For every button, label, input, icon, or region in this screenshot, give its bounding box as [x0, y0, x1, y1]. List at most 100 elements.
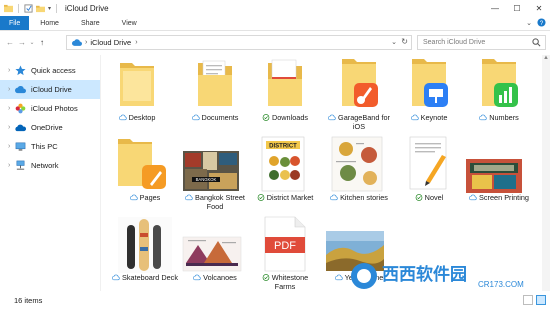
- navigation-row: ← → ⌄ ↑ › iCloud Drive › ⌄ ↻ Search iClo…: [0, 31, 550, 53]
- help-icon[interactable]: ?: [537, 18, 546, 27]
- synced-check-icon: [257, 194, 265, 201]
- item-count: 16 items: [14, 295, 43, 305]
- window-controls: — ☐ ✕: [484, 0, 550, 16]
- expand-arrow-icon[interactable]: ›: [0, 124, 10, 131]
- onedrive-icon: [15, 124, 26, 132]
- tab-view[interactable]: View: [111, 16, 148, 30]
- breadcrumb-separator: ›: [85, 39, 88, 46]
- sidebar-item-this-pc[interactable]: › This PC: [0, 137, 100, 156]
- file-label: District Market: [252, 193, 318, 202]
- expand-arrow-icon[interactable]: ›: [0, 86, 10, 93]
- synced-check-icon: [415, 194, 422, 201]
- svg-text:BANGKOK: BANGKOK: [196, 177, 217, 182]
- sidebar-item-label: Network: [31, 161, 59, 170]
- large-icons-view-icon[interactable]: [536, 295, 546, 305]
- forward-button[interactable]: →: [16, 35, 28, 49]
- image-thumbnail: DISTRICT: [261, 136, 305, 192]
- folder-numbers-icon: [482, 59, 518, 107]
- view-toggle: [523, 295, 546, 305]
- file-label: Keynote: [396, 113, 462, 122]
- tab-file[interactable]: File: [0, 16, 30, 30]
- cloud-status-icon: [118, 114, 127, 121]
- sidebar-item-icloud-photos[interactable]: › iCloud Photos: [0, 99, 100, 118]
- expand-arrow-icon[interactable]: ›: [0, 105, 10, 112]
- close-button[interactable]: ✕: [528, 0, 550, 16]
- customize-toolbar-icon[interactable]: ▾: [48, 5, 51, 12]
- recent-locations-icon[interactable]: ⌄: [28, 35, 36, 49]
- new-folder-icon[interactable]: [36, 4, 45, 13]
- refresh-icon[interactable]: ↻: [401, 37, 408, 46]
- image-thumbnail: [331, 136, 383, 192]
- cloud-status-icon: [469, 194, 477, 201]
- tab-share[interactable]: Share: [70, 16, 111, 30]
- divider: [18, 3, 19, 13]
- folder-icon: [120, 63, 154, 106]
- folder-documents-icon: [198, 60, 232, 106]
- file-label: Screen Printing: [466, 193, 532, 202]
- svg-text:DISTRICT: DISTRICT: [269, 144, 297, 150]
- quick-access-toolbar: ▾: [0, 3, 59, 13]
- details-view-icon[interactable]: [523, 295, 533, 305]
- file-label: Volcanoes: [182, 273, 248, 282]
- divider: [56, 3, 58, 13]
- svg-text:PDF: PDF: [274, 240, 296, 252]
- sidebar-item-icloud-drive[interactable]: › iCloud Drive: [0, 80, 100, 99]
- properties-icon[interactable]: [24, 3, 33, 13]
- file-label: Documents: [182, 113, 248, 122]
- svg-text:CR173.COM: CR173.COM: [478, 280, 524, 289]
- sidebar-item-network[interactable]: › Network: [0, 156, 100, 175]
- search-icon[interactable]: [532, 38, 541, 47]
- pages-document-icon: [409, 136, 447, 190]
- address-dropdown-icon[interactable]: ⌄: [391, 38, 397, 46]
- folder-garageband-icon: [342, 59, 378, 107]
- breadcrumb-chevron-icon[interactable]: ›: [135, 39, 137, 46]
- sidebar-item-label: iCloud Photos: [31, 104, 78, 113]
- expand-ribbon-icon[interactable]: ⌄: [526, 19, 532, 27]
- pc-icon: [15, 142, 26, 151]
- file-label: Downloads: [252, 113, 318, 122]
- photos-icon: [15, 103, 26, 114]
- maximize-button[interactable]: ☐: [506, 0, 528, 16]
- sidebar-item-quick-access[interactable]: › Quick access: [0, 61, 100, 80]
- image-thumbnail: BANGKOK: [183, 151, 239, 191]
- file-label: Whitestone Farms: [252, 273, 318, 291]
- image-thumbnail: [466, 159, 522, 193]
- folder-pdf-icon: PDF: [268, 59, 302, 106]
- file-label: Novel: [396, 193, 462, 202]
- scroll-up-icon[interactable]: ▲: [542, 55, 550, 63]
- minimize-button[interactable]: —: [484, 0, 506, 16]
- expand-arrow-icon[interactable]: ›: [0, 162, 10, 169]
- expand-arrow-icon[interactable]: ›: [0, 67, 10, 74]
- file-label: Bangkok Street Food: [182, 193, 248, 211]
- search-input[interactable]: Search iCloud Drive: [417, 35, 546, 50]
- cloud-status-icon: [193, 274, 201, 281]
- title-bar: ▾ iCloud Drive — ☐ ✕: [0, 0, 550, 16]
- cloud-status-icon: [330, 194, 338, 201]
- back-button[interactable]: ←: [4, 35, 16, 49]
- address-bar[interactable]: › iCloud Drive › ⌄ ↻: [66, 35, 412, 50]
- sidebar-item-label: Quick access: [31, 66, 76, 75]
- network-icon: [16, 160, 25, 170]
- cloud-status-icon: [410, 114, 419, 121]
- ribbon-right: ⌄ ?: [526, 18, 546, 27]
- folder-pages-icon: [118, 139, 166, 189]
- up-button[interactable]: ↑: [36, 35, 48, 49]
- tab-home[interactable]: Home: [29, 16, 70, 30]
- expand-arrow-icon[interactable]: ›: [0, 143, 10, 150]
- image-thumbnail: [182, 236, 242, 272]
- synced-check-icon: [262, 274, 270, 281]
- file-label: Desktop: [104, 113, 170, 122]
- explorer-icon: [4, 4, 13, 12]
- ribbon-tabs: File Home Share View ⌄ ?: [0, 16, 550, 31]
- sidebar-item-onedrive[interactable]: › OneDrive: [0, 118, 100, 137]
- navigation-pane: › Quick access › iCloud Drive › iCloud P…: [0, 55, 101, 291]
- cloud-status-icon: [328, 114, 336, 121]
- sidebar-item-label: This PC: [31, 142, 58, 151]
- file-grid: Desktop Documents PDF Downloads GarageBa…: [102, 55, 542, 291]
- file-label: GarageBand for iOS: [326, 113, 392, 131]
- cloud-status-icon: [191, 114, 200, 121]
- vertical-scrollbar[interactable]: ▲: [542, 55, 550, 291]
- breadcrumb-icloud-drive[interactable]: iCloud Drive: [90, 38, 131, 47]
- file-label: Pages: [112, 193, 178, 202]
- search-placeholder: Search iCloud Drive: [423, 39, 486, 46]
